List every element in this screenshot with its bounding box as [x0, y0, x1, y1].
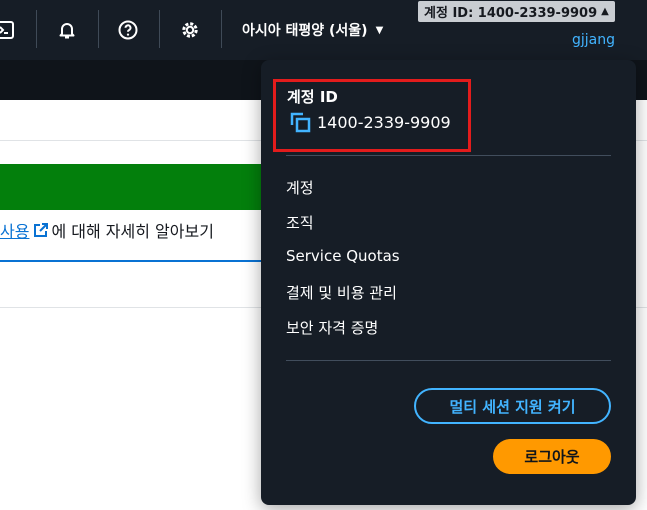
cloudshell-icon[interactable] [0, 12, 22, 48]
caret-down-icon: ▼ [375, 24, 384, 36]
nav-divider [221, 10, 222, 48]
help-icon[interactable] [110, 12, 146, 48]
account-id-row: 1400-2339-9909 [290, 110, 451, 134]
caret-up-icon: ▲ [601, 6, 609, 17]
menu-item-security-credentials[interactable]: 보안 자격 증명 [286, 317, 378, 338]
menu-item-service-quotas[interactable]: Service Quotas [286, 247, 400, 265]
region-selector[interactable]: 아시아 태평양 (서울) ▼ [242, 19, 383, 41]
account-dropdown-menu: 계정 ID 1400-2339-9909 계정 조직 Service Quota… [261, 60, 636, 505]
learn-more-text: 사용 에 대해 자세히 알아보기 [0, 218, 214, 242]
menu-item-billing[interactable]: 결제 및 비용 관리 [286, 282, 397, 303]
learn-more-link[interactable]: 사용 [0, 218, 29, 242]
multi-session-button[interactable]: 멀티 세션 지원 켜기 [414, 388, 611, 424]
account-id-tag[interactable]: 계정 ID: 1400-2339-9909 ▲ [418, 1, 615, 22]
nav-divider [98, 10, 99, 48]
account-id-value: 1400-2339-9909 [317, 112, 451, 132]
content-accent-line [0, 260, 270, 262]
gear-icon[interactable] [172, 12, 208, 48]
menu-item-organization[interactable]: 조직 [286, 212, 314, 233]
copy-icon[interactable] [290, 112, 311, 133]
region-label: 아시아 태평양 (서울) [242, 23, 368, 39]
account-id-label: 계정 ID [287, 88, 338, 106]
learn-more-suffix: 에 대해 자세히 알아보기 [51, 222, 214, 241]
nav-divider [159, 10, 160, 48]
external-link-icon [33, 222, 49, 238]
menu-item-account[interactable]: 계정 [286, 177, 314, 198]
bell-icon[interactable] [49, 12, 85, 48]
dropdown-divider [286, 360, 611, 361]
dropdown-divider [286, 155, 611, 156]
nav-divider [36, 10, 37, 48]
username-link[interactable]: gjjang [572, 32, 615, 48]
success-flash-banner [0, 164, 280, 210]
logout-button[interactable]: 로그아웃 [493, 439, 611, 474]
account-tag-label: 계정 ID: 1400-2339-9909 [424, 6, 598, 21]
